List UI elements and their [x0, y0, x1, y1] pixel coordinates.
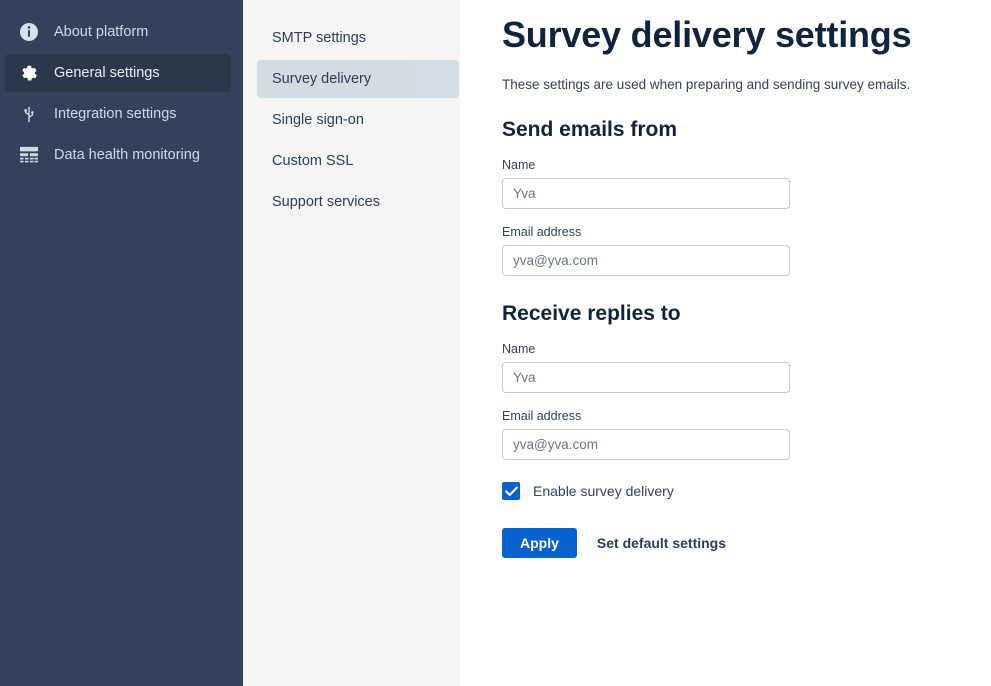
gear-icon: [18, 62, 40, 84]
section-heading-receive-replies-to: Receive replies to: [502, 302, 681, 326]
subnav-item-label: Support services: [272, 194, 380, 210]
info-circle-icon: [18, 21, 40, 43]
section-heading-send-emails-from: Send emails from: [502, 118, 678, 142]
send-from-name-input[interactable]: [502, 178, 790, 210]
subnav-item-smtp-settings[interactable]: SMTP settings: [257, 19, 444, 57]
sidebar-item-integration-settings[interactable]: Integration settings: [5, 95, 231, 133]
page-title: Survey delivery settings: [502, 14, 912, 55]
field-send-from-name: Name: [502, 158, 991, 210]
subnav-item-label: Single sign-on: [272, 112, 364, 128]
field-label: Email address: [502, 225, 582, 240]
form-actions: Apply Set default settings: [502, 528, 991, 559]
sidebar-item-general-settings[interactable]: General settings: [5, 54, 231, 92]
sidebar-item-label: About platform: [54, 23, 149, 40]
field-reply-to-name: Name: [502, 342, 991, 394]
field-label: Name: [502, 158, 536, 173]
sidebar-item-label: General settings: [54, 64, 160, 81]
field-label: Name: [502, 342, 536, 357]
settings-subnav: SMTP settings Survey delivery Single sig…: [243, 0, 460, 686]
subnav-item-label: Custom SSL: [272, 153, 354, 169]
field-send-from-email: Email address: [502, 225, 991, 277]
settings-content: Survey delivery settings These settings …: [460, 0, 991, 686]
subnav-item-custom-ssl[interactable]: Custom SSL: [257, 142, 444, 180]
apply-button[interactable]: Apply: [502, 528, 577, 559]
sidebar-item-about-platform[interactable]: About platform: [5, 13, 231, 51]
primary-sidebar: About platform General settings Integrat…: [0, 0, 243, 686]
subnav-item-survey-delivery[interactable]: Survey delivery: [257, 60, 459, 98]
field-reply-to-email: Email address: [502, 409, 991, 461]
subnav-item-label: Survey delivery: [272, 71, 372, 87]
reply-to-email-input[interactable]: [502, 429, 790, 461]
subnav-item-label: SMTP settings: [272, 30, 367, 46]
enable-survey-delivery-row: Enable survey delivery: [502, 482, 991, 501]
sidebar-item-label: Data health monitoring: [54, 146, 200, 163]
sidebar-item-data-health-monitoring[interactable]: Data health monitoring: [5, 136, 231, 174]
data-table-icon: [18, 144, 40, 166]
subnav-item-single-sign-on[interactable]: Single sign-on: [257, 101, 444, 139]
set-default-settings-button[interactable]: Set default settings: [597, 535, 726, 551]
checkmark-icon: [504, 486, 518, 496]
enable-survey-delivery-checkbox[interactable]: [502, 482, 520, 501]
enable-survey-delivery-label[interactable]: Enable survey delivery: [533, 483, 674, 499]
usb-plug-icon: [18, 103, 40, 125]
page-description: These settings are used when preparing a…: [502, 77, 911, 93]
field-label: Email address: [502, 409, 582, 424]
reply-to-name-input[interactable]: [502, 362, 790, 394]
app-root: About platform General settings Integrat…: [0, 0, 991, 686]
subnav-item-support-services[interactable]: Support services: [257, 183, 444, 221]
sidebar-item-label: Integration settings: [54, 105, 177, 122]
send-from-email-input[interactable]: [502, 245, 790, 277]
